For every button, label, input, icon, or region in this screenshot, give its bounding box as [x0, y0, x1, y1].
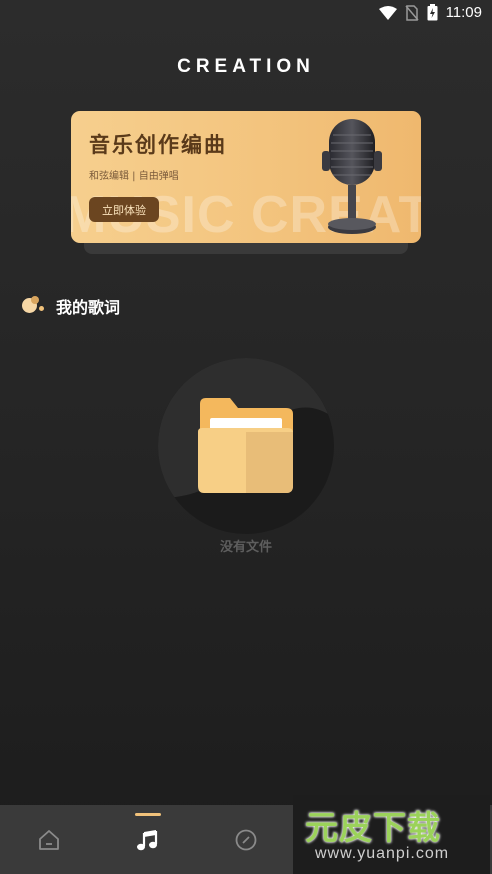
- music-note-icon: [136, 829, 157, 850]
- nav-active-indicator: [134, 813, 161, 816]
- nav-home[interactable]: [0, 805, 98, 874]
- home-icon: [39, 829, 60, 850]
- status-icons: 11:09: [378, 4, 482, 21]
- battery-charging-icon: [427, 4, 438, 21]
- site-watermark-logo: 元皮下载 www.yuanpi.com: [293, 795, 490, 874]
- status-time: 11:09: [445, 4, 482, 21]
- watermark-logo-text: 元皮下载: [305, 808, 441, 847]
- empty-state-text: 没有文件: [219, 540, 272, 555]
- folder-icon: [158, 358, 334, 498]
- banner-title: 音乐创作编曲: [89, 133, 227, 157]
- banner-subtitle: 和弦编辑 | 自由弹唱: [89, 171, 179, 182]
- section-title: 我的歌词: [56, 298, 121, 317]
- nav-discover[interactable]: [197, 805, 295, 874]
- compass-icon: [235, 829, 257, 850]
- dots-icon: [22, 296, 46, 316]
- music-creation-banner[interactable]: MUSIC CREATION 音乐创作编曲 和弦编辑 | 自由弹唱 立即体验: [71, 111, 421, 243]
- nav-music[interactable]: [98, 805, 196, 874]
- microphone-icon: [322, 119, 382, 234]
- watermark-url: www.yuanpi.com: [315, 845, 450, 862]
- no-sim-icon: [404, 4, 419, 21]
- page-title: CREATION: [177, 56, 315, 77]
- section-header: 我的歌词: [22, 294, 120, 318]
- status-bar: 11:09: [0, 0, 492, 28]
- try-now-button[interactable]: 立即体验: [89, 197, 159, 222]
- wifi-icon: [378, 5, 397, 20]
- empty-state-illustration: [158, 358, 334, 534]
